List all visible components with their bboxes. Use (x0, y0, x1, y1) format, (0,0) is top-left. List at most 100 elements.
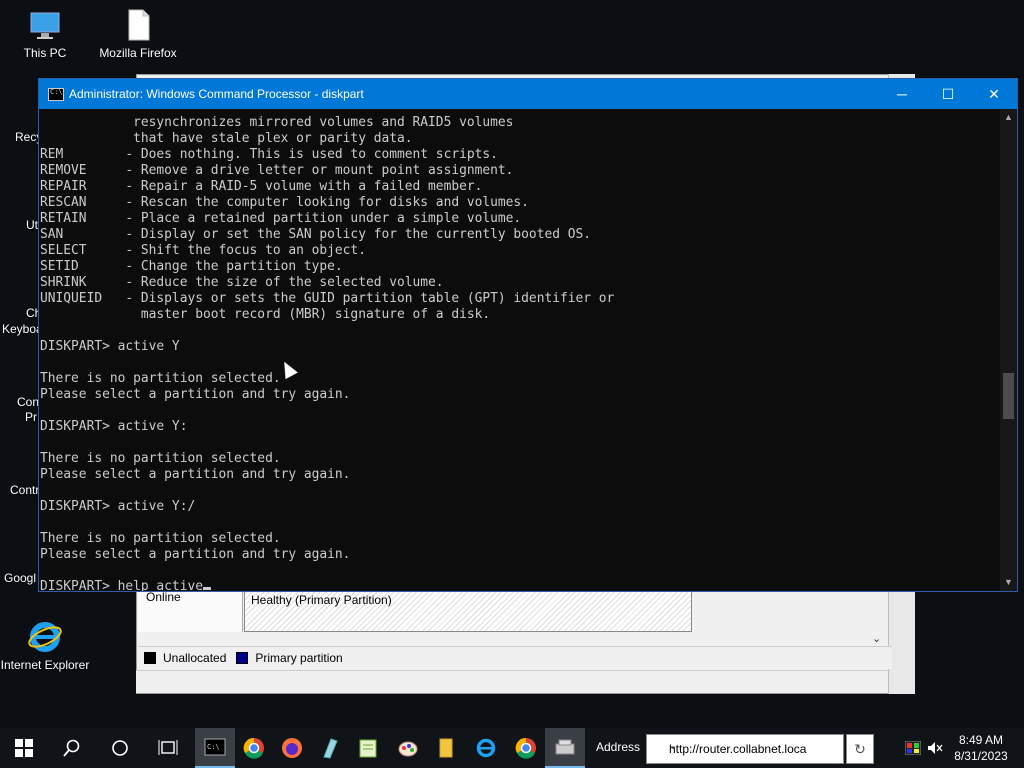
legend-swatch-primary (236, 652, 249, 664)
console-output[interactable]: resynchronizes mirrored volumes and RAID… (39, 109, 999, 591)
status-bar (136, 670, 888, 693)
ie-icon (28, 620, 62, 654)
console-line: RESCAN - Rescan the computer looking for… (40, 195, 529, 210)
taskbar-paint[interactable] (388, 728, 428, 768)
scroll-up-icon[interactable]: ▲ (1000, 109, 1017, 126)
desktop-label-partial: Con (17, 395, 40, 409)
paint-icon (398, 741, 418, 757)
console-line: UNIQUEID - Displays or sets the GUID par… (40, 291, 615, 306)
disk-status-text: Online (146, 590, 181, 604)
taskbar-file-explorer[interactable] (426, 728, 466, 768)
partition-block[interactable]: Healthy (Primary Partition) (244, 588, 692, 632)
text-cursor (202, 587, 211, 590)
console-line: master boot record (MBR) signature of a … (40, 307, 491, 322)
desktop-icon-label: Internet Explorer (0, 658, 90, 672)
console-line: that have stale plex or parity data. (40, 131, 413, 146)
file-explorer-icon (439, 738, 453, 758)
chrome-icon (243, 737, 264, 759)
console-line: There is no partition selected. (40, 371, 281, 386)
search-icon (63, 739, 80, 757)
console-line: DISKPART> active Y: (40, 419, 188, 434)
chevron-down-icon[interactable]: ⌄ (872, 632, 881, 645)
svg-text:C:\: C:\ (207, 743, 220, 751)
clock-time: 8:49 AM (958, 733, 1004, 747)
title-bar[interactable]: Administrator: Windows Command Processor… (39, 79, 1017, 109)
legend: Unallocated Primary partition (138, 646, 892, 669)
taskbar-ie[interactable] (466, 728, 506, 768)
task-view-icon (158, 740, 178, 755)
address-input[interactable]: http://router.collabnet.loca ⌄ (646, 734, 844, 764)
display-settings-icon[interactable] (905, 741, 921, 755)
console-line: DISKPART> active Y (40, 339, 180, 354)
desktop-icon-label: This PC (23, 46, 67, 60)
desktop-label-partial: Keyboa (2, 322, 43, 336)
close-button[interactable]: ✕ (971, 79, 1017, 109)
command-prompt-window[interactable]: Administrator: Windows Command Processor… (38, 78, 1018, 592)
firefox-icon (282, 738, 302, 758)
computer-icon (28, 8, 62, 42)
console-text: resynchronizes mirrored volumes and RAID… (39, 115, 614, 591)
task-view-button[interactable] (148, 728, 188, 768)
window-title: Administrator: Windows Command Processor… (69, 87, 364, 101)
console-line: REM - Does nothing. This is used to comm… (40, 147, 498, 162)
windows-logo-icon (15, 739, 33, 757)
console-line: SAN - Display or set the SAN policy for … (40, 227, 592, 242)
cortana-button[interactable] (100, 728, 140, 768)
cortana-icon (112, 740, 128, 756)
console-line: SELECT - Shift the focus to an object. (40, 243, 366, 258)
app-icon (323, 738, 338, 759)
taskbar-app[interactable] (310, 728, 350, 768)
address-label: Address (596, 740, 641, 754)
console-line: Please select a partition and try again. (40, 467, 351, 482)
console-line: SETID - Change the partition type. (40, 259, 343, 274)
scroll-down-icon[interactable]: ▼ (1000, 574, 1017, 591)
desktop-icon-this-pc[interactable]: This PC (0, 8, 90, 60)
console-line: RETAIN - Place a retained partition unde… (40, 211, 522, 226)
console-line: Please select a partition and try again. (40, 387, 351, 402)
console-line: DISKPART> active Y:/ (40, 499, 196, 514)
search-button[interactable] (52, 728, 92, 768)
partition-label: Healthy (Primary Partition) (251, 593, 392, 607)
refresh-button[interactable]: ↻ (846, 734, 874, 764)
cmd-icon: C:\ (204, 738, 226, 756)
legend-label: Unallocated (163, 651, 227, 665)
minimize-button[interactable]: ─ (879, 79, 925, 109)
desktop-label-partial: Contr (10, 483, 40, 497)
console-line: There is no partition selected. (40, 531, 281, 546)
refresh-icon: ↻ (854, 741, 866, 757)
start-button[interactable] (4, 728, 44, 768)
console-line: REPAIR - Repair a RAID-5 volume with a f… (40, 179, 483, 194)
scroll-thumb[interactable] (1003, 373, 1014, 419)
legend-swatch-unallocated (144, 652, 156, 664)
desktop-icon-firefox[interactable]: Mozilla Firefox (93, 8, 183, 60)
cmd-icon (48, 88, 64, 101)
chevron-down-icon[interactable]: ⌄ (669, 741, 837, 752)
clock-date: 8/31/2023 (954, 749, 1008, 763)
system-clock[interactable]: 8:49 AM 8/31/2023 (948, 732, 1014, 764)
desktop-label-partial: Googl (4, 571, 37, 585)
desktop-label-partial: Pr (25, 410, 37, 424)
console-line: There is no partition selected. (40, 451, 281, 466)
desktop-label-partial: Ut (26, 218, 38, 232)
taskbar-cmd[interactable]: C:\ (195, 728, 235, 768)
vertical-scrollbar[interactable]: ▲ ▼ (1000, 109, 1017, 591)
console-line: REMOVE - Remove a drive letter or mount … (40, 163, 514, 178)
legend-label: Primary partition (255, 651, 343, 665)
notepad-icon (359, 739, 377, 758)
taskbar-chrome-2[interactable] (506, 728, 546, 768)
taskbar-chrome[interactable] (234, 728, 274, 768)
console-line: resynchronizes mirrored volumes and RAID… (40, 115, 514, 130)
ie-icon (476, 738, 496, 758)
volume-muted-icon[interactable] (927, 741, 943, 755)
taskbar-notepad[interactable] (348, 728, 388, 768)
console-line: SHRINK - Reduce the size of the selected… (40, 275, 444, 290)
desktop-icon-label: Mozilla Firefox (99, 46, 177, 60)
console-line: DISKPART> help active (40, 579, 203, 591)
maximize-button[interactable]: ☐ (925, 79, 971, 109)
file-icon (121, 8, 155, 42)
desktop-icon-internet-explorer[interactable]: Internet Explorer (0, 620, 90, 672)
taskbar-firefox[interactable] (272, 728, 312, 768)
taskbar-server-manager[interactable] (545, 728, 585, 768)
server-manager-icon (555, 739, 575, 755)
console-line: Please select a partition and try again. (40, 547, 351, 562)
